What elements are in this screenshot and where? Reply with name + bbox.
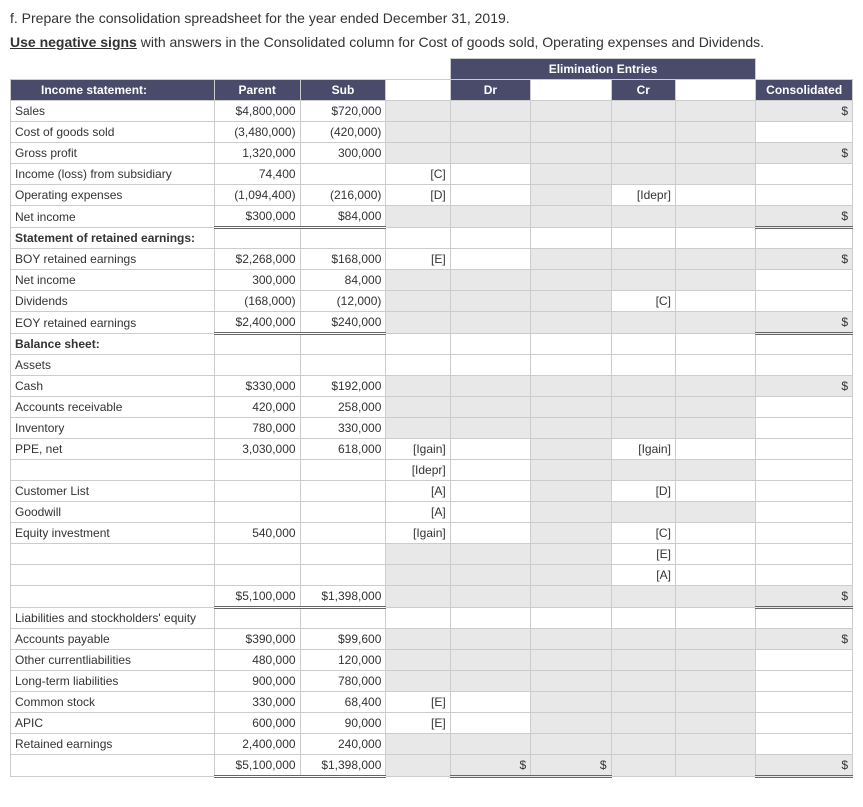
re-cons[interactable]	[756, 734, 853, 755]
opex-dr[interactable]	[450, 185, 530, 206]
underline-text: Use negative signs	[10, 34, 137, 50]
cash-cons[interactable]: $	[756, 376, 853, 397]
row-eoyre: EOY retained earnings $2,400,000 $240,00…	[11, 312, 853, 334]
apic-dr[interactable]	[450, 713, 530, 734]
eqinv-dr[interactable]	[450, 523, 530, 544]
opex-cons[interactable]	[756, 185, 853, 206]
cust-cons[interactable]	[756, 481, 853, 502]
row-total-assets: $5,100,000 $1,398,000 $	[11, 586, 853, 608]
header-cr: Cr	[611, 80, 675, 101]
row-boyre: BOY retained earnings $2,268,000 $168,00…	[11, 249, 853, 270]
incsub-dr[interactable]	[450, 164, 530, 185]
row-gross: Gross profit 1,320,000 300,000 $	[11, 143, 853, 164]
eqinv-cons[interactable]	[756, 523, 853, 544]
netinc2-cons[interactable]	[756, 270, 853, 291]
row-income-sub: Income (loss) from subsidiary 74,400 [C]	[11, 164, 853, 185]
row-equity-inv3: [A]	[11, 565, 853, 586]
row-dividends: Dividends (168,000) (12,000) [C]	[11, 291, 853, 312]
eqinv3-cr[interactable]	[675, 565, 755, 586]
cs-cons[interactable]	[756, 692, 853, 713]
header-income: Income statement:	[11, 80, 215, 101]
ppe-cons[interactable]	[756, 439, 853, 460]
div-cons[interactable]	[756, 291, 853, 312]
row-apic: APIC 600,000 90,000 [E]	[11, 713, 853, 734]
boyre-dr[interactable]	[450, 249, 530, 270]
ar-cons[interactable]	[756, 397, 853, 418]
row-ap: Accounts payable $390,000 $99,600 $	[11, 629, 853, 650]
row-ltl: Long-term liabilities 900,000 780,000	[11, 671, 853, 692]
row-sre-header: Statement of retained earnings:	[11, 228, 853, 249]
header-consolidated: Consolidated	[756, 80, 853, 101]
consolidation-table: Elimination Entries Income statement: Pa…	[10, 58, 853, 778]
header-parent: Parent	[214, 80, 300, 101]
tot2-dr[interactable]: $	[450, 755, 530, 777]
row-bs-header: Balance sheet:	[11, 334, 853, 355]
elim-header: Elimination Entries	[450, 59, 756, 80]
gw-cons[interactable]	[756, 502, 853, 523]
row-common-stock: Common stock 330,000 68,400 [E]	[11, 692, 853, 713]
inv-cons[interactable]	[756, 418, 853, 439]
cogs-cons[interactable]	[756, 122, 853, 143]
eqinv2-cr[interactable]	[675, 544, 755, 565]
ppe-cr[interactable]	[675, 439, 755, 460]
row-liab-header: Liabilities and stockholders' equity	[11, 608, 853, 629]
row-opex: Operating expenses (1,094,400) (216,000)…	[11, 185, 853, 206]
row-cogs: Cost of goods sold (3,480,000) (420,000)	[11, 122, 853, 143]
cust-dr[interactable]	[450, 481, 530, 502]
row-ar: Accounts receivable 420,000 258,000	[11, 397, 853, 418]
row-assets: Assets	[11, 355, 853, 376]
row-sales: Sales $4,800,000 $720,000 $	[11, 101, 853, 122]
tot1-cons[interactable]: $	[756, 586, 853, 608]
row-netinc2: Net income 300,000 84,000	[11, 270, 853, 291]
ppe-dr[interactable]	[450, 439, 530, 460]
header-sub: Sub	[300, 80, 386, 101]
cs-dr[interactable]	[450, 692, 530, 713]
ap-cons[interactable]: $	[756, 629, 853, 650]
ltl-cons[interactable]	[756, 671, 853, 692]
instruction-line-1: f. Prepare the consolidation spreadsheet…	[10, 10, 853, 26]
apic-cons[interactable]	[756, 713, 853, 734]
eoyre-cons[interactable]: $	[756, 312, 853, 334]
row-ppe2: [Idepr]	[11, 460, 853, 481]
incsub-cons[interactable]	[756, 164, 853, 185]
opex-cr[interactable]	[675, 185, 755, 206]
row-inventory: Inventory 780,000 330,000	[11, 418, 853, 439]
row-total-liab: $5,100,000 $1,398,000 $ $ $	[11, 755, 853, 777]
row-equity-inv: Equity investment 540,000 [Igain] [C]	[11, 523, 853, 544]
ppe2-dr[interactable]	[450, 460, 530, 481]
div-cr[interactable]	[675, 291, 755, 312]
row-cash: Cash $330,000 $192,000 $	[11, 376, 853, 397]
row-ppe: PPE, net 3,030,000 618,000 [Igain] [Igai…	[11, 439, 853, 460]
header-dr: Dr	[450, 80, 530, 101]
cust-cr[interactable]	[675, 481, 755, 502]
instruction-line-2: Use negative signs with answers in the C…	[10, 34, 853, 50]
boyre-cons[interactable]: $	[756, 249, 853, 270]
gross-cons[interactable]: $	[756, 143, 853, 164]
row-retained-earnings: Retained earnings 2,400,000 240,000	[11, 734, 853, 755]
row-customer-list: Customer List [A] [D]	[11, 481, 853, 502]
gw-dr[interactable]	[450, 502, 530, 523]
tot2-cr[interactable]: $	[531, 755, 611, 777]
row-netincome: Net income $300,000 $84,000 $	[11, 206, 853, 228]
ocl-cons[interactable]	[756, 650, 853, 671]
tot2-cons[interactable]: $	[756, 755, 853, 777]
netinc-cons[interactable]: $	[756, 206, 853, 228]
row-goodwill: Goodwill [A]	[11, 502, 853, 523]
row-equity-inv2: [E]	[11, 544, 853, 565]
eqinv-cr[interactable]	[675, 523, 755, 544]
row-ocl: Other currentliabilities 480,000 120,000	[11, 650, 853, 671]
sales-cons[interactable]: $	[756, 101, 853, 122]
